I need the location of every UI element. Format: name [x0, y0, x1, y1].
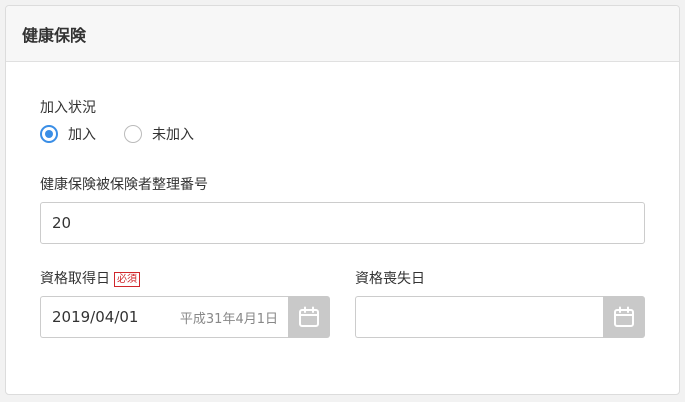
enrollment-radio-group: 加入 未加入: [40, 124, 222, 144]
section-title: 健康保険: [6, 6, 679, 62]
acquisition-date-value: 2019/04/01: [52, 308, 139, 326]
acquisition-date-calendar-button[interactable]: [288, 296, 330, 338]
acquisition-date-label: 資格取得日 必須: [40, 268, 140, 288]
radio-enrolled[interactable]: 加入: [40, 124, 96, 144]
acquisition-date-picker: 2019/04/01 平成31年4月1日: [40, 296, 330, 338]
loss-date-input[interactable]: [355, 296, 603, 338]
loss-date-picker: [355, 296, 645, 338]
radio-label-enrolled: 加入: [68, 127, 96, 143]
radio-label-not-enrolled: 未加入: [152, 127, 194, 143]
loss-date-label: 資格喪失日: [355, 271, 425, 287]
insurance-number-input[interactable]: 20: [40, 202, 645, 244]
radio-checked-icon: [40, 125, 58, 143]
calendar-icon: [299, 306, 319, 327]
enrollment-status-label: 加入状況: [40, 100, 96, 116]
acquisition-date-label-text: 資格取得日: [40, 271, 110, 287]
calendar-icon: [614, 306, 634, 327]
radio-unchecked-icon: [124, 125, 142, 143]
health-insurance-card: 健康保険 加入状況 加入 未加入 健康保険被保険者整理番号 20 資格取得日 必須…: [5, 5, 680, 395]
acquisition-date-era: 平成31年4月1日: [179, 311, 278, 327]
loss-date-calendar-button[interactable]: [603, 296, 645, 338]
required-badge: 必須: [114, 272, 140, 287]
acquisition-date-input[interactable]: 2019/04/01 平成31年4月1日: [40, 296, 288, 338]
insurance-number-label: 健康保険被保険者整理番号: [40, 177, 208, 193]
radio-not-enrolled[interactable]: 未加入: [124, 124, 194, 144]
